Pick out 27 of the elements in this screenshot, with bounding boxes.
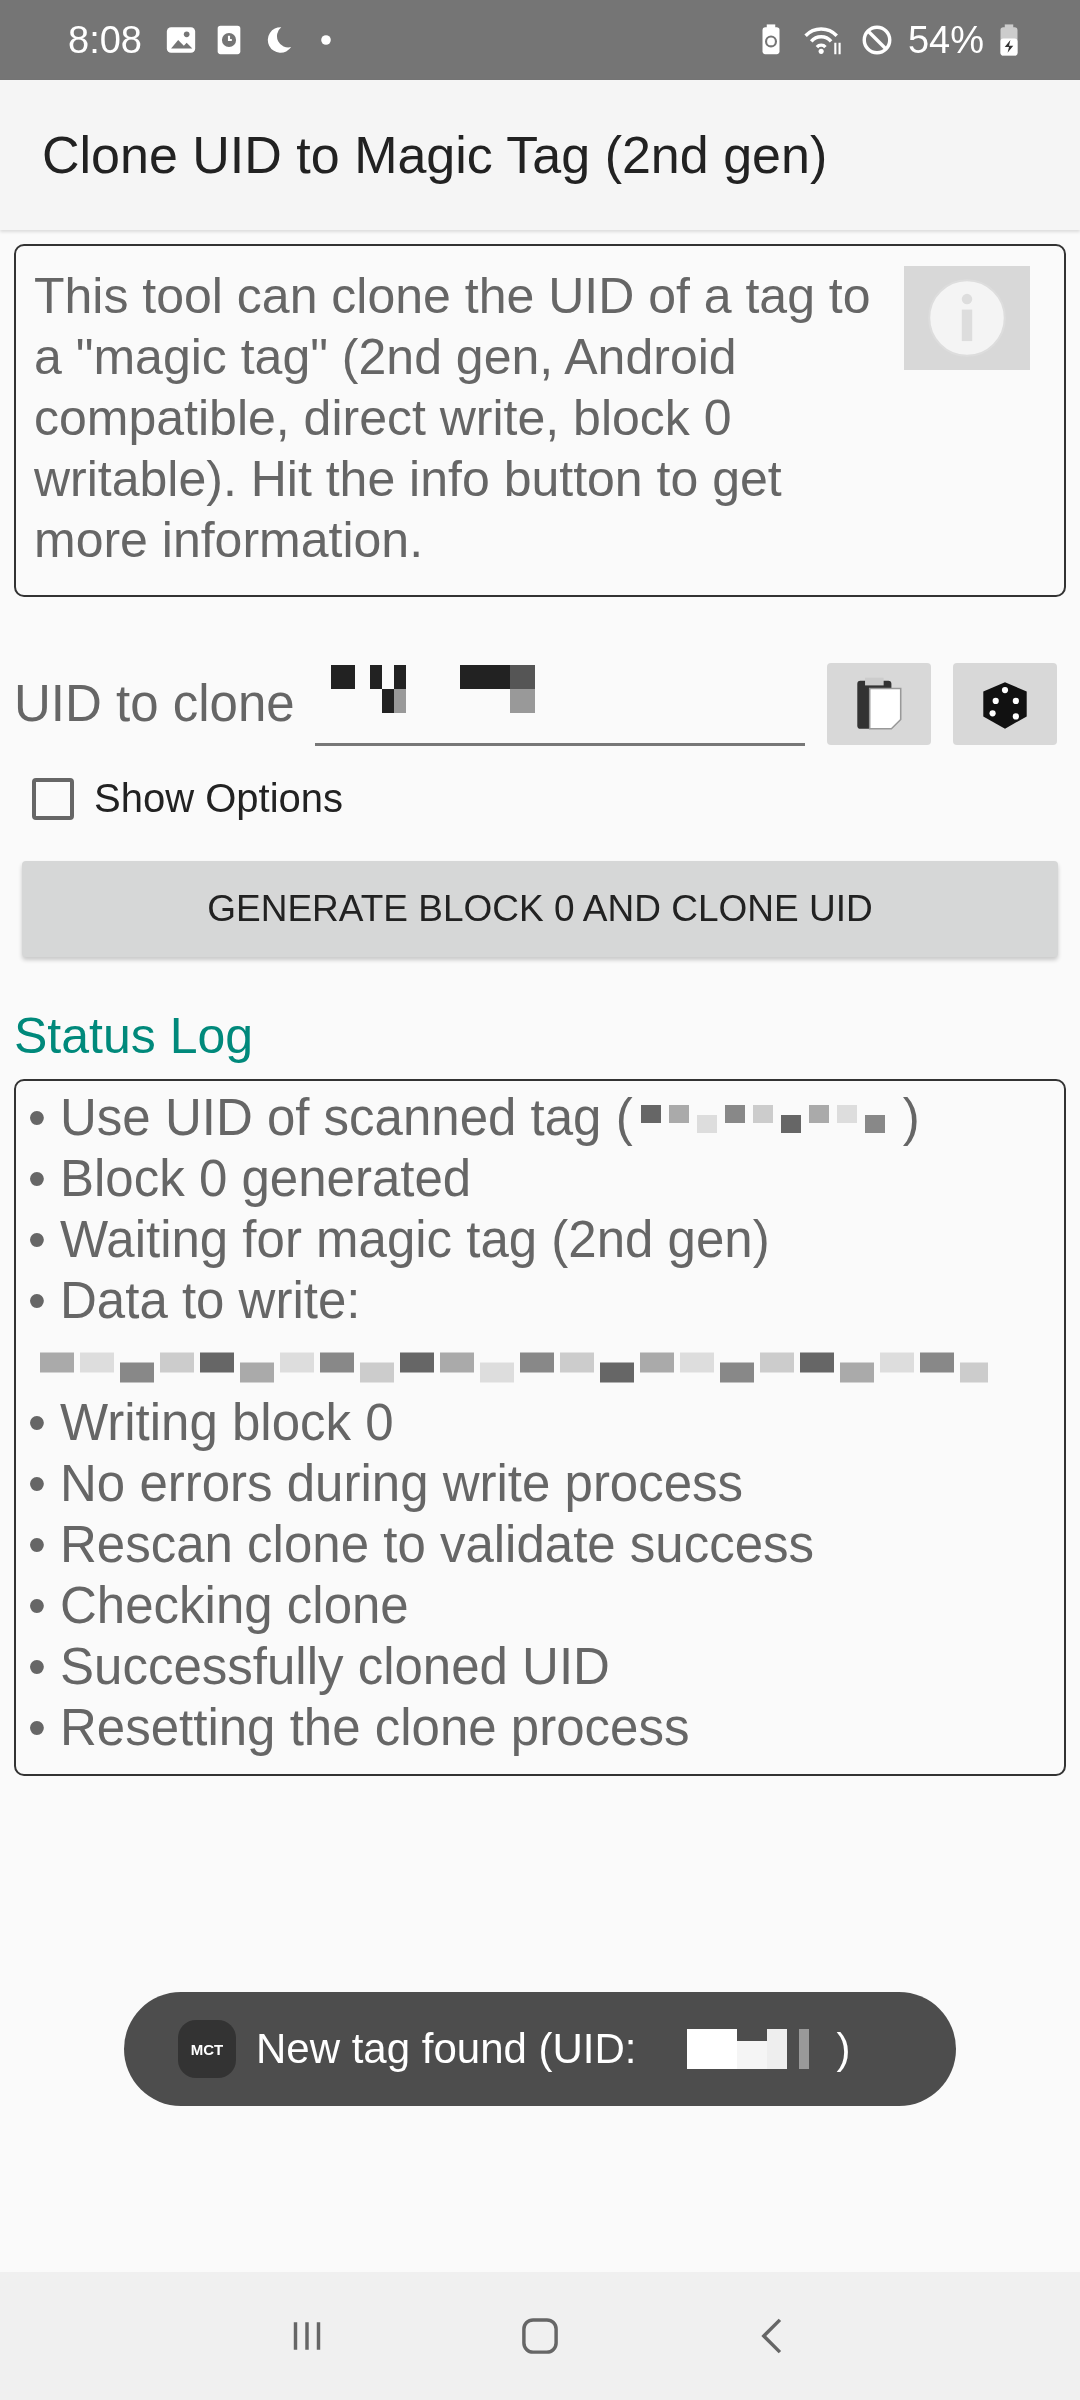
clock: 8:08 [68,18,142,62]
log-line: • Block 0 generated [28,1149,473,1209]
show-options-label[interactable]: Show Options [94,776,344,821]
generate-button[interactable]: GENERATE BLOCK 0 AND CLONE UID [22,861,1058,957]
log-line: • Data to write: [28,1271,362,1331]
log-line: • Checking clone [28,1576,410,1636]
log-line: • Resetting the clone process [28,1698,691,1758]
app-icon: MCT [178,2020,236,2078]
log-line: ) [902,1088,920,1148]
paste-button[interactable] [826,662,931,745]
log-line: • No errors during write process [28,1454,745,1514]
random-button[interactable] [952,662,1057,745]
screen-title: Clone UID to Magic Tag (2nd gen) [42,125,828,185]
log-line: • Successfully cloned UID [28,1637,611,1697]
log-line: • Rescan clone to validate success [28,1515,816,1575]
battery-percentage: 54% [907,18,984,62]
log-line: • Writing block 0 [28,1393,395,1453]
uid-label: UID to clone [14,674,295,733]
log-line: • Use UID of scanned tag ( [28,1088,633,1148]
log-line: • Waiting for magic tag (2nd gen) [28,1210,771,1270]
battery-charging-icon [998,23,1020,57]
show-options-checkbox[interactable] [32,777,74,820]
toast-text: ) [836,2025,851,2073]
status-log-heading: Status Log [14,1007,255,1065]
toast-text: New tag found (UID: [256,2025,637,2073]
intro-text: This tool can clone the UID of a tag to a "magic tag" (2nd gen, Android compatible, direct write, block 0 writable). Hit the info button to get more information. [34,267,872,570]
dot-icon [319,34,332,46]
